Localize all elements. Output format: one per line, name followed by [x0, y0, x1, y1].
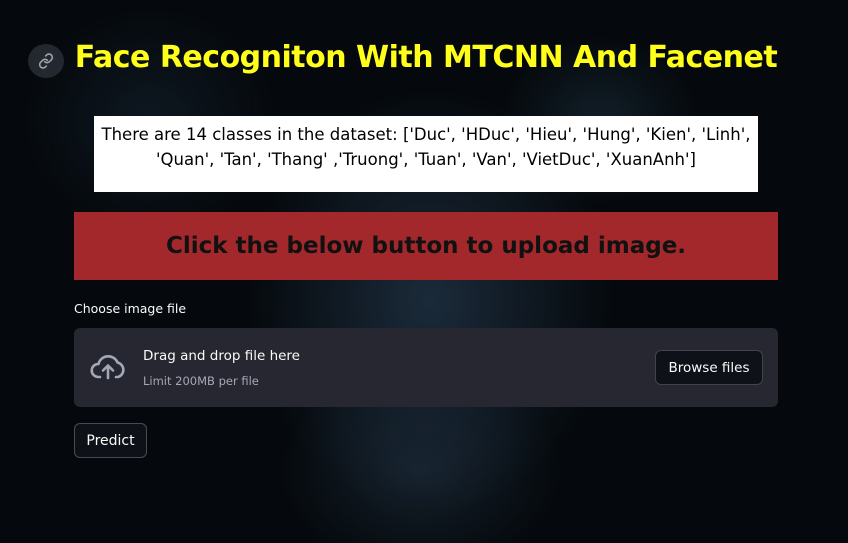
file-uploader-label: Choose image file	[74, 301, 187, 316]
upload-instruction-banner: Click the below button to upload image.	[74, 212, 778, 280]
classes-info-box: There are 14 classes in the dataset: ['D…	[94, 116, 758, 192]
cloud-upload-icon	[90, 355, 125, 380]
page-title: Face Recogniton With MTCNN And Facenet	[74, 40, 778, 75]
browse-files-button[interactable]: Browse files	[655, 350, 763, 385]
upload-instruction-text: Click the below button to upload image.	[165, 233, 687, 259]
dropzone-file-limit: Limit 200MB per file	[143, 374, 259, 388]
file-dropzone[interactable]: Drag and drop file here Limit 200MB per …	[74, 328, 778, 407]
dropzone-instructions: Drag and drop file here	[143, 348, 300, 364]
classes-info-text: There are 14 classes in the dataset: ['D…	[101, 125, 751, 169]
predict-button[interactable]: Predict	[74, 423, 147, 458]
